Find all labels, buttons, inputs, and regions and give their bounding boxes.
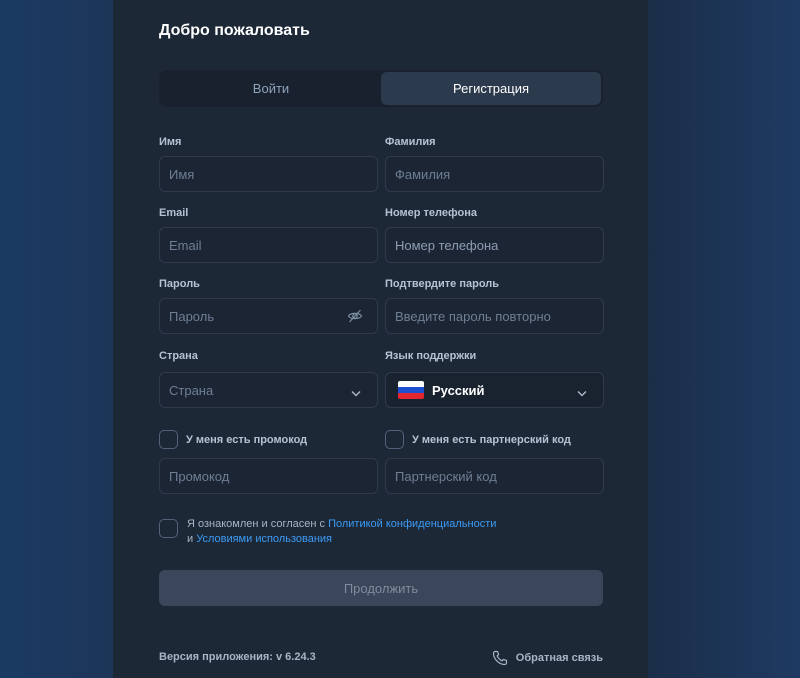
registration-panel: Добро пожаловать Войти Регистрация Имя И… [113,0,648,678]
email-placeholder: Email [169,237,202,253]
support-language-select[interactable]: Русский [385,372,604,408]
eye-off-icon[interactable] [347,308,363,327]
partner-code-placeholder: Партнерский код [395,468,497,484]
phone-label: Номер телефона [385,207,477,219]
promo-code-placeholder: Промокод [169,468,230,484]
country-placeholder: Страна [169,382,214,398]
chevron-down-icon [577,385,587,400]
agreement-text: Я ознакомлен и согласен с Политикой конф… [187,517,496,547]
agreement-row: Я ознакомлен и согласен с Политикой конф… [159,517,496,547]
tab-login[interactable]: Войти [161,72,381,105]
confirm-password-placeholder: Введите пароль повторно [395,308,551,324]
email-label: Email [159,207,189,219]
chevron-down-icon [351,385,361,400]
phone-placeholder: Номер телефона [395,237,499,253]
password-label: Пароль [159,278,200,290]
confirm-password-label: Подтвердите пароль [385,278,500,290]
password-input[interactable]: Пароль [159,298,378,334]
promo-checkbox[interactable] [159,430,178,449]
confirm-password-input[interactable]: Введите пароль повторно [385,298,604,334]
last-name-label: Фамилия [385,136,436,148]
background-right [648,0,800,678]
partner-checkbox[interactable] [385,430,404,449]
continue-button[interactable]: Продолжить [159,570,603,606]
first-name-input[interactable]: Имя [159,156,378,192]
last-name-placeholder: Фамилия [395,166,451,182]
phone-input[interactable]: Номер телефона [385,227,604,263]
email-input[interactable]: Email [159,227,378,263]
privacy-policy-link[interactable]: Политикой конфиденциальности [328,518,496,530]
page-title: Добро пожаловать [159,22,310,39]
country-label: Страна [159,350,198,362]
promo-checkbox-row[interactable]: У меня есть промокод [159,430,307,449]
country-select[interactable]: Страна [159,372,378,408]
agreement-line2-prefix: и [187,533,197,545]
promo-code-input[interactable]: Промокод [159,458,378,494]
promo-checkbox-label: У меня есть промокод [186,433,308,446]
password-placeholder: Пароль [169,308,215,324]
russia-flag-icon [398,381,424,399]
app-version: Версия приложения: v 6.24.3 [159,651,316,663]
first-name-placeholder: Имя [169,166,195,182]
partner-code-input[interactable]: Партнерский код [385,458,604,494]
last-name-input[interactable]: Фамилия [385,156,604,192]
tab-register[interactable]: Регистрация [381,72,601,105]
support-language-value: Русский [432,382,485,398]
support-language-label: Язык поддержки [385,350,477,362]
phone-icon [492,650,507,666]
feedback-label: Обратная связь [515,652,603,664]
first-name-label: Имя [159,136,182,148]
partner-checkbox-row[interactable]: У меня есть партнерский код [385,430,571,449]
auth-tabs: Войти Регистрация [159,70,603,107]
agreement-prefix: Я ознакомлен и согласен с [187,518,329,530]
feedback-link[interactable]: Обратная связь [492,650,603,666]
agreement-checkbox[interactable] [159,519,178,538]
partner-checkbox-label: У меня есть партнерский код [412,433,571,446]
terms-of-use-link[interactable]: Условиями использования [196,533,332,545]
